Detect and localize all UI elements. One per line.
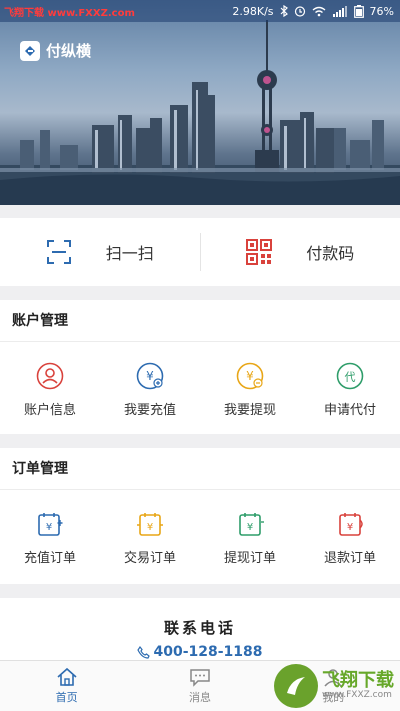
logo-text: 付纵横 xyxy=(46,42,92,60)
withdraw-order-label: 提现订单 xyxy=(223,551,276,566)
withdraw-order-button[interactable]: ¥ 提现订单 xyxy=(200,510,300,566)
tab-messages-label: 消息 xyxy=(188,691,211,704)
contact-section: 联系电话 400-128-1188 xyxy=(0,598,400,662)
refund-order-label: 退款订单 xyxy=(323,551,376,566)
tab-messages[interactable]: 消息 xyxy=(133,661,266,711)
yen-withdraw-icon: ¥ xyxy=(236,362,264,390)
qr-code-icon xyxy=(246,239,273,265)
download-watermark: 飞翔下载 www.FXXZ.com xyxy=(274,664,394,708)
recharge-order-icon: ¥ xyxy=(38,513,63,536)
recharge-button[interactable]: ¥ 我要充值 xyxy=(100,362,200,418)
refund-order-button[interactable]: ¥ 退款订单 xyxy=(300,510,400,566)
account-section-title: 账户管理 xyxy=(0,300,400,342)
scan-button[interactable]: 扫一扫 xyxy=(0,218,200,286)
bluetooth-icon xyxy=(280,5,288,17)
app-logo: 付纵横 xyxy=(20,40,91,61)
trade-order-button[interactable]: ¥ 交易订单 xyxy=(100,510,200,566)
signal-icon xyxy=(332,5,347,17)
order-section: 订单管理 ¥ 充值订单 ¥ 交易订单 ¥ 提现订单 ¥ 退款订单 xyxy=(0,448,400,584)
scan-icon xyxy=(46,240,71,264)
battery-icon xyxy=(353,4,364,18)
tab-home-label: 首页 xyxy=(55,691,78,704)
account-section: 账户管理 账户信息 ¥ 我要充值 ¥ 我要提现 代 申请代付 xyxy=(0,300,400,434)
watermark-text: 飞翔下载 xyxy=(322,670,394,691)
wifi-icon xyxy=(312,6,325,16)
account-info-label: 账户信息 xyxy=(23,403,76,418)
phone-icon xyxy=(137,645,151,659)
yen-add-icon: ¥ xyxy=(136,362,164,390)
account-info-button[interactable]: 账户信息 xyxy=(0,362,100,418)
watermark-logo xyxy=(274,664,318,708)
refund-order-icon: ¥ xyxy=(339,513,363,536)
message-icon xyxy=(190,669,210,687)
svg-text:¥: ¥ xyxy=(147,522,153,533)
withdraw-label: 我要提现 xyxy=(223,403,276,418)
contact-phone-link[interactable]: 400-128-1188 xyxy=(137,644,263,660)
svg-text:¥: ¥ xyxy=(347,522,353,533)
account-grid: 账户信息 ¥ 我要充值 ¥ 我要提现 代 申请代付 xyxy=(0,342,400,418)
status-watermark: 飞翔下载 www.FXXZ.com xyxy=(4,7,135,19)
pay-code-label: 付款码 xyxy=(306,244,355,263)
trade-order-icon: ¥ xyxy=(137,513,163,536)
proxy-pay-icon: 代 xyxy=(336,362,364,390)
city-skyline-image xyxy=(0,20,400,205)
recharge-label: 我要充值 xyxy=(123,403,176,418)
proxy-pay-button[interactable]: 代 申请代付 xyxy=(300,362,400,418)
recharge-order-label: 充值订单 xyxy=(23,551,76,566)
user-icon xyxy=(36,362,64,390)
status-bar: 飞翔下载 www.FXXZ.com 2.98K/s 76% xyxy=(0,0,400,22)
watermark-url: www.FXXZ.com xyxy=(322,690,392,700)
order-grid: ¥ 充值订单 ¥ 交易订单 ¥ 提现订单 ¥ 退款订单 xyxy=(0,490,400,566)
withdraw-button[interactable]: ¥ 我要提现 xyxy=(200,362,300,418)
svg-text:代: 代 xyxy=(345,371,356,384)
contact-phone: 400-128-1188 xyxy=(153,644,263,660)
battery-level: 76% xyxy=(369,4,394,18)
home-icon xyxy=(57,667,77,686)
tab-home[interactable]: 首页 xyxy=(0,661,133,711)
pay-code-button[interactable]: 付款码 xyxy=(201,218,400,286)
order-section-title: 订单管理 xyxy=(0,448,400,490)
contact-title: 联系电话 xyxy=(163,619,236,637)
trade-order-label: 交易订单 xyxy=(123,551,176,566)
logo-icon xyxy=(20,40,40,61)
withdraw-order-icon: ¥ xyxy=(239,513,264,536)
svg-text:¥: ¥ xyxy=(246,369,254,383)
network-speed: 2.98K/s xyxy=(232,4,274,18)
hero-banner: 付纵横 xyxy=(0,0,400,205)
alarm-icon xyxy=(294,6,305,17)
quick-actions: 扫一扫 付款码 xyxy=(0,218,400,286)
scan-label: 扫一扫 xyxy=(105,244,154,263)
recharge-order-button[interactable]: ¥ 充值订单 xyxy=(0,510,100,566)
svg-text:¥: ¥ xyxy=(247,522,253,533)
svg-text:¥: ¥ xyxy=(46,522,52,533)
proxy-pay-label: 申请代付 xyxy=(323,403,376,418)
svg-text:¥: ¥ xyxy=(146,369,154,383)
